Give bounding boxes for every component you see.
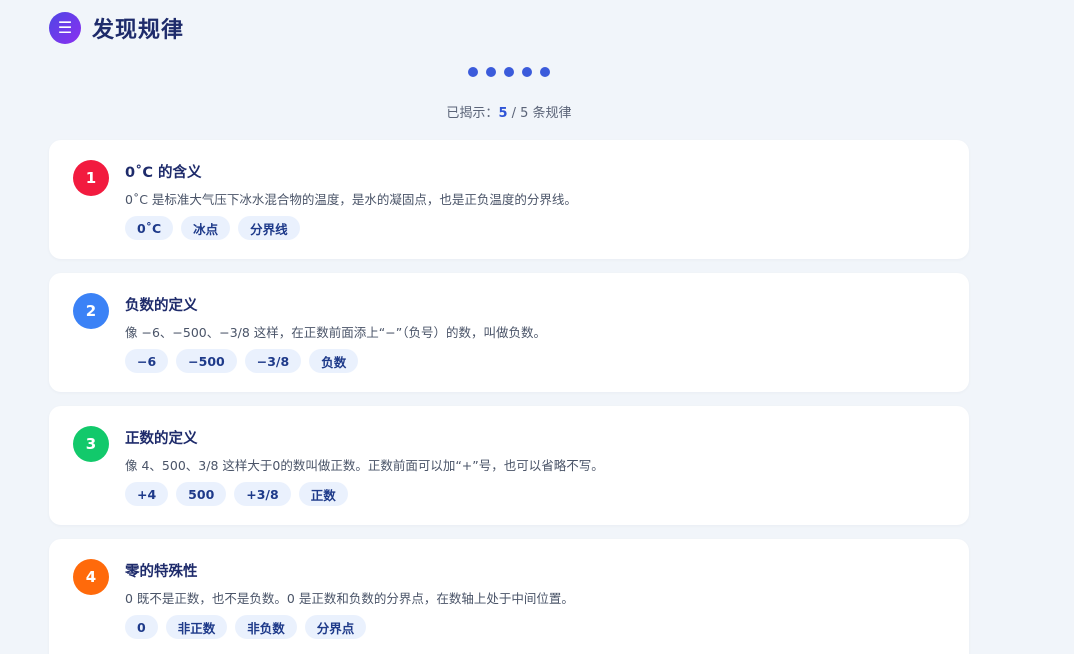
pagination-dot-4[interactable] xyxy=(522,67,532,77)
rule-description: 像 4、500、3/8 这样大于0的数叫做正数。正数前面可以加“+”号，也可以省… xyxy=(125,458,604,473)
rule-tag[interactable]: 0 xyxy=(125,615,158,639)
rule-tag[interactable]: +4 xyxy=(125,482,169,506)
menu-icon[interactable]: ☰ xyxy=(49,12,81,44)
pagination-dot-2[interactable] xyxy=(486,67,496,77)
rule-tags: +4 500 +3/8 正数 xyxy=(125,482,348,506)
rule-description: 像 −6、−500、−3/8 这样，在正数前面添上“−”（负号）的数，叫做负数。 xyxy=(125,325,546,340)
rule-tag[interactable]: 分界点 xyxy=(304,615,367,639)
rule-card-3[interactable]: 3 正数的定义 像 4、500、3/8 这样大于0的数叫做正数。正数前面可以加“… xyxy=(49,406,969,525)
progress-separator: / xyxy=(507,106,521,121)
rule-title: 正数的定义 xyxy=(125,431,198,447)
rule-card-1[interactable]: 1 0˚C 的含义 0˚C 是标准大气压下冰水混合物的温度，是水的凝固点，也是正… xyxy=(49,140,969,259)
rule-title: 负数的定义 xyxy=(125,298,198,314)
page-title: 发现规律 xyxy=(92,18,185,43)
progress-text: 已揭示：5 / 5 条规律 xyxy=(0,102,1018,121)
rule-tag[interactable]: +3/8 xyxy=(234,482,291,506)
rule-tag[interactable]: 非负数 xyxy=(235,615,297,639)
rule-tags: −6 −500 −3/8 负数 xyxy=(125,349,359,373)
rule-description: 0˚C 是标准大气压下冰水混合物的温度，是水的凝固点，也是正负温度的分界线。 xyxy=(125,192,577,207)
rule-tag[interactable]: 负数 xyxy=(309,349,359,373)
progress-suffix: 条规律 xyxy=(528,106,572,121)
rule-tags: 0˚C 冰点 分界线 xyxy=(125,216,300,240)
pagination-dot-3[interactable] xyxy=(504,67,514,77)
rule-card-2[interactable]: 2 负数的定义 像 −6、−500、−3/8 这样，在正数前面添上“−”（负号）… xyxy=(49,273,969,392)
rule-number-badge: 1 xyxy=(73,160,109,196)
rule-number-badge: 4 xyxy=(73,559,109,595)
rule-tag[interactable]: −3/8 xyxy=(244,349,302,373)
rule-title: 零的特殊性 xyxy=(125,564,198,580)
rule-tag[interactable]: −500 xyxy=(176,349,237,373)
page-header: ☰ 发现规律 xyxy=(49,12,184,44)
progress-prefix: 已揭示： xyxy=(446,106,499,121)
rule-tag[interactable]: 正数 xyxy=(298,482,348,506)
rule-card-4[interactable]: 4 零的特殊性 0 既不是正数，也不是负数。0 是正数和负数的分界点，在数轴上处… xyxy=(49,539,969,654)
pagination-dot-5[interactable] xyxy=(540,67,550,77)
rule-tag[interactable]: 分界线 xyxy=(238,216,300,240)
rule-description: 0 既不是正数，也不是负数。0 是正数和负数的分界点，在数轴上处于中间位置。 xyxy=(125,591,574,606)
rule-title: 0˚C 的含义 xyxy=(125,165,202,181)
rule-tag[interactable]: −6 xyxy=(125,349,169,373)
rule-tag[interactable]: 500 xyxy=(176,482,227,506)
rule-tags: 0 非正数 非负数 分界点 xyxy=(125,615,367,639)
rule-number-badge: 3 xyxy=(73,426,109,462)
rule-tag[interactable]: 0˚C xyxy=(125,216,174,240)
rule-number-badge: 2 xyxy=(73,293,109,329)
pagination-dots xyxy=(0,67,1018,77)
rule-tag[interactable]: 冰点 xyxy=(181,216,231,240)
pagination-dot-1[interactable] xyxy=(468,67,478,77)
rule-tag[interactable]: 非正数 xyxy=(165,615,228,639)
